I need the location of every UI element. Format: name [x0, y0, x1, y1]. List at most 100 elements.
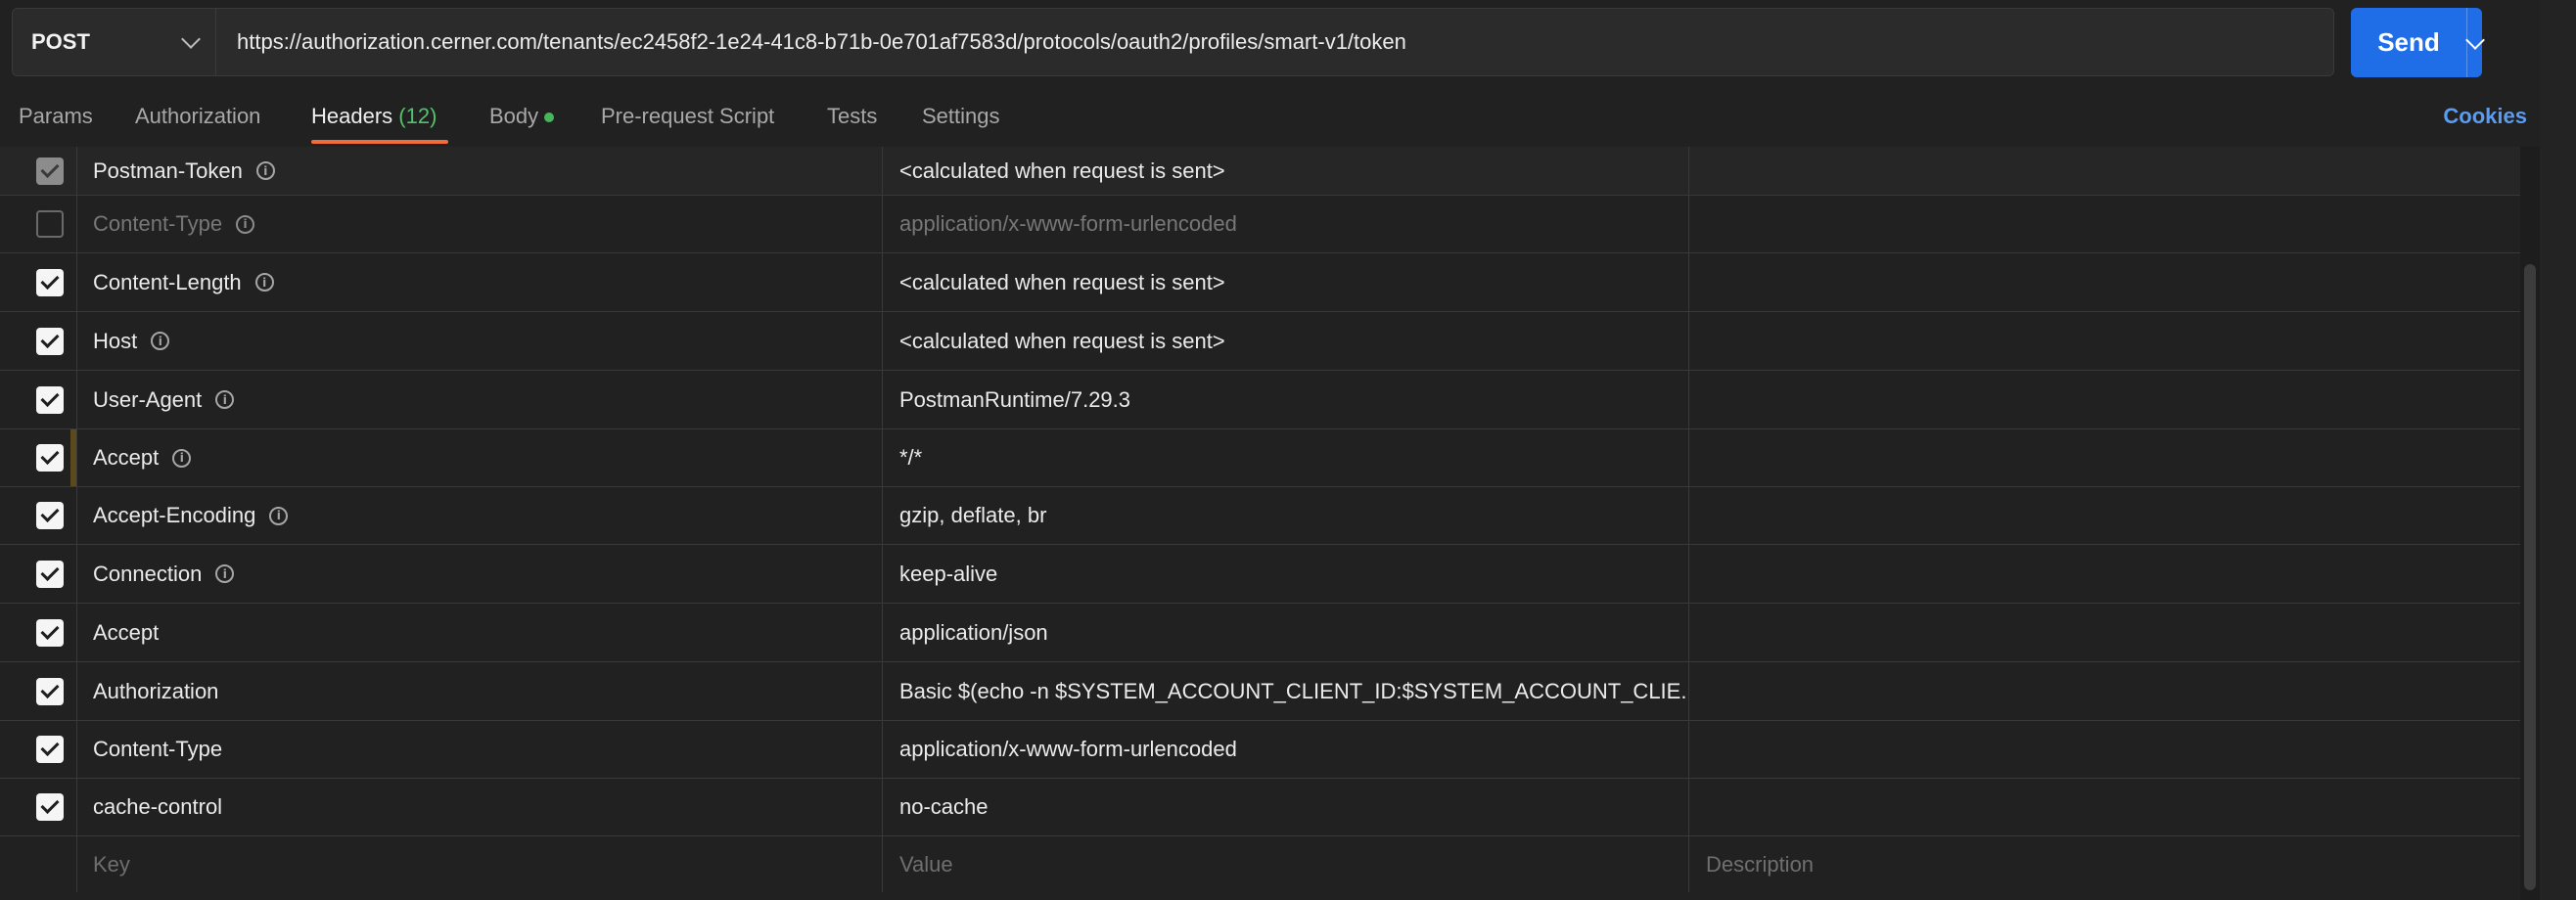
- header-key[interactable]: Authorization: [77, 662, 883, 720]
- send-options-button[interactable]: [2464, 8, 2485, 77]
- header-value[interactable]: <calculated when request is sent>: [883, 312, 1689, 370]
- info-icon[interactable]: i: [172, 448, 192, 468]
- header-value[interactable]: no-cache: [883, 779, 1689, 835]
- info-icon[interactable]: i: [151, 332, 170, 350]
- header-description[interactable]: [1689, 253, 2520, 311]
- header-value[interactable]: application/json: [883, 604, 1689, 661]
- new-header-row: Key Value Description: [0, 836, 2520, 892]
- header-description[interactable]: [1689, 429, 2520, 486]
- scrollbar-thumb[interactable]: [2524, 264, 2536, 890]
- method-select[interactable]: POST: [13, 9, 216, 75]
- info-icon[interactable]: i: [255, 161, 275, 180]
- tab-authorization[interactable]: Authorization: [135, 104, 260, 129]
- header-key[interactable]: Postman-Token i: [77, 147, 883, 195]
- table-row: User-Agent i PostmanRuntime/7.29.3: [0, 371, 2520, 429]
- headers-table: Postman-Token i <calculated when request …: [0, 147, 2520, 892]
- header-checkbox[interactable]: [36, 793, 64, 821]
- header-description[interactable]: [1689, 487, 2520, 544]
- new-header-description-input[interactable]: Description: [1689, 836, 2520, 892]
- header-key[interactable]: Accept: [77, 604, 883, 661]
- tab-body[interactable]: Body: [489, 104, 555, 129]
- table-row: Host i <calculated when request is sent>: [0, 312, 2520, 371]
- send-button[interactable]: Send: [2351, 8, 2467, 77]
- header-description[interactable]: [1689, 604, 2520, 661]
- header-key[interactable]: Host i: [77, 312, 883, 370]
- header-key[interactable]: User-Agent i: [77, 371, 883, 428]
- chevron-down-icon: [2464, 29, 2485, 50]
- header-key[interactable]: Connection i: [77, 545, 883, 603]
- tab-settings[interactable]: Settings: [922, 104, 1000, 129]
- body-indicator-dot: [544, 112, 555, 123]
- new-header-key-input[interactable]: Key: [77, 836, 883, 892]
- table-row: Content-Length i <calculated when request…: [0, 253, 2520, 312]
- header-checkbox[interactable]: [36, 210, 64, 238]
- tab-headers[interactable]: Headers (12): [311, 104, 437, 129]
- header-value[interactable]: application/x-www-form-urlencoded: [883, 721, 1689, 778]
- header-key[interactable]: Content-Length i: [77, 253, 883, 311]
- table-row: Content-Type i application/x-www-form-url…: [0, 196, 2520, 253]
- right-gutter: [2540, 0, 2576, 900]
- header-key-text: Accept-Encoding: [93, 503, 256, 527]
- header-key-text: Connection: [93, 561, 203, 586]
- info-icon[interactable]: i: [215, 390, 235, 409]
- header-checkbox[interactable]: [36, 385, 64, 414]
- header-value[interactable]: Basic $(echo -n $SYSTEM_ACCOUNT_CLIENT_I…: [883, 662, 1689, 720]
- header-value[interactable]: */*: [883, 429, 1689, 486]
- header-description[interactable]: [1689, 371, 2520, 428]
- header-checkbox[interactable]: [36, 444, 64, 472]
- method-label: POST: [31, 29, 90, 54]
- request-url-bar: POST https://authorization.cerner.com/te…: [12, 8, 2334, 76]
- header-description[interactable]: [1689, 721, 2520, 778]
- url-input[interactable]: https://authorization.cerner.com/tenants…: [216, 29, 1406, 55]
- info-icon[interactable]: i: [215, 564, 235, 583]
- header-description[interactable]: [1689, 312, 2520, 370]
- chevron-down-icon: [181, 29, 201, 49]
- header-value[interactable]: gzip, deflate, br: [883, 487, 1689, 544]
- header-value[interactable]: application/x-www-form-urlencoded: [883, 196, 1689, 252]
- new-row-check-cell: [0, 836, 77, 892]
- header-checkbox[interactable]: [36, 268, 64, 296]
- header-value[interactable]: PostmanRuntime/7.29.3: [883, 371, 1689, 428]
- table-row: Postman-Token i <calculated when request …: [0, 147, 2520, 196]
- cookies-link[interactable]: Cookies: [2443, 104, 2527, 129]
- header-key[interactable]: Content-Type: [77, 721, 883, 778]
- header-checkbox[interactable]: [36, 736, 64, 763]
- header-description[interactable]: [1689, 545, 2520, 603]
- header-key[interactable]: Accept i: [77, 429, 883, 486]
- table-row: Authorization Basic $(echo -n $SYSTEM_AC…: [0, 662, 2520, 721]
- info-icon[interactable]: i: [236, 214, 255, 234]
- header-value[interactable]: <calculated when request is sent>: [883, 147, 1689, 195]
- tab-params[interactable]: Params: [19, 104, 93, 129]
- header-key[interactable]: cache-control: [77, 779, 883, 835]
- header-key-text: Accept: [93, 445, 160, 470]
- header-key-text: Host: [93, 328, 138, 353]
- header-checkbox[interactable]: [36, 618, 64, 647]
- header-key[interactable]: Content-Type i: [77, 196, 883, 252]
- header-checkbox[interactable]: [36, 677, 64, 705]
- header-checkbox[interactable]: [36, 502, 64, 529]
- header-description[interactable]: [1689, 147, 2520, 195]
- tab-prerequest-script[interactable]: Pre-request Script: [601, 104, 774, 129]
- header-checkbox[interactable]: [36, 327, 64, 355]
- new-header-value-input[interactable]: Value: [883, 836, 1689, 892]
- tab-headers-label: Headers: [311, 104, 393, 128]
- table-row: Accept-Encoding i gzip, deflate, br: [0, 487, 2520, 545]
- header-key-text: Content-Length: [93, 269, 242, 294]
- header-key[interactable]: Accept-Encoding i: [77, 487, 883, 544]
- header-key-text: Postman-Token: [93, 158, 243, 183]
- header-description[interactable]: [1689, 779, 2520, 835]
- header-value[interactable]: <calculated when request is sent>: [883, 253, 1689, 311]
- header-key-text: User-Agent: [93, 386, 203, 412]
- tab-tests[interactable]: Tests: [827, 104, 877, 129]
- headers-count: (12): [398, 104, 437, 128]
- header-value[interactable]: keep-alive: [883, 545, 1689, 603]
- info-icon[interactable]: i: [254, 273, 274, 292]
- active-tab-underline: [311, 140, 448, 144]
- header-description[interactable]: [1689, 196, 2520, 252]
- header-description[interactable]: [1689, 662, 2520, 720]
- header-checkbox[interactable]: [36, 560, 64, 588]
- table-row: Accept i */*: [0, 429, 2520, 487]
- header-checkbox[interactable]: [36, 157, 64, 185]
- info-icon[interactable]: i: [269, 506, 289, 525]
- tab-body-label: Body: [489, 104, 539, 128]
